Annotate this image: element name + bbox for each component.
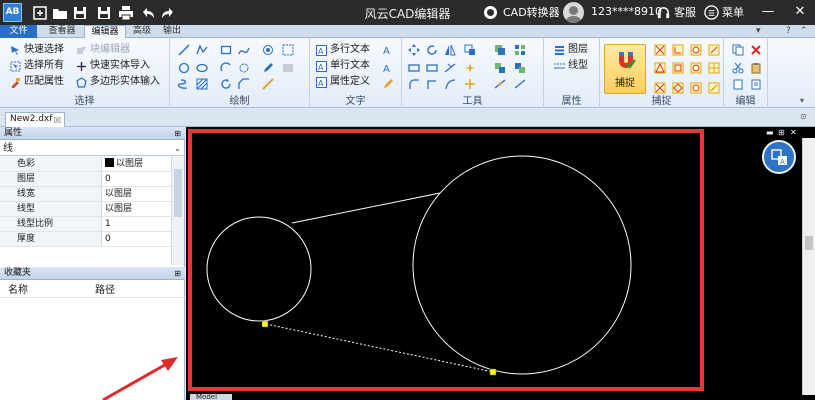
viewport-pin-icon[interactable]: ⊞ — [778, 128, 785, 137]
large-circle[interactable] — [412, 155, 632, 375]
canvas-vertical-scrollbar[interactable] — [802, 138, 815, 395]
svg-text:A: A — [780, 158, 785, 166]
highlight-border — [188, 129, 704, 391]
viewport-minimize-icon[interactable]: ▬ — [766, 128, 774, 137]
model-tab[interactable]: Model — [190, 394, 232, 400]
translate-icon: A — [771, 149, 787, 166]
small-circle[interactable] — [206, 216, 312, 322]
grip-point-start[interactable] — [261, 320, 269, 328]
scrollbar-thumb[interactable] — [805, 236, 813, 250]
arrow-head-icon — [161, 357, 178, 371]
grip-point-end[interactable] — [489, 368, 497, 376]
canvas-drawing — [102, 129, 704, 400]
translate-float-button[interactable]: A — [762, 140, 796, 174]
selected-line[interactable] — [265, 323, 494, 373]
viewport-close-icon[interactable]: ✕ — [790, 128, 797, 137]
annotation-arrow — [102, 360, 171, 400]
tangent-line[interactable] — [291, 192, 441, 224]
viewport-controls: ▬ ⊞ ✕ — [766, 128, 800, 138]
